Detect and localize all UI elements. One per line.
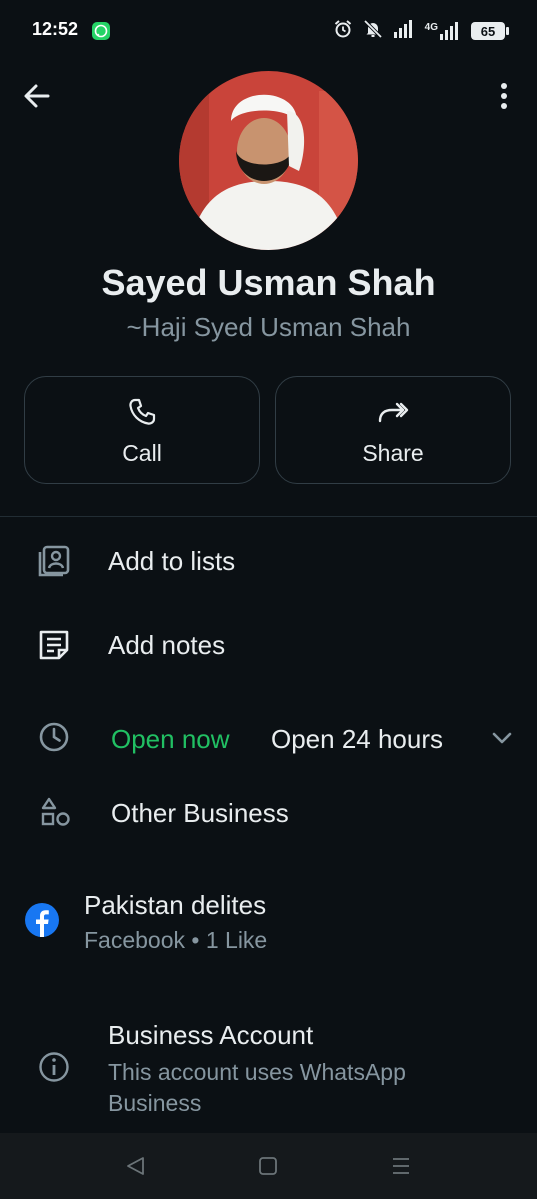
contact-name: Sayed Usman Shah [101,262,436,303]
share-label: Share [362,440,424,466]
status-time: 12:52 [32,19,79,39]
section-divider [0,516,537,517]
nav-back-icon[interactable] [125,1156,147,1176]
whatsapp-notification-icon [92,22,110,40]
business-category-row: Other Business [0,780,537,844]
status-icons: 4G 65 [333,19,509,44]
alarm-icon [333,19,353,44]
business-account-desc: This account uses WhatsApp Business [108,1059,406,1116]
signal-4g-icon: 4G [425,22,461,40]
nav-home-icon[interactable] [258,1156,278,1176]
add-to-lists-label: Add to lists [108,546,236,576]
facebook-icon [25,903,59,937]
signal-icon [393,19,415,43]
category-label: Other Business [111,798,289,828]
open-status: Open now [111,724,230,754]
more-vert-icon [501,83,507,109]
more-options-button[interactable] [488,78,520,114]
facebook-page-name: Pakistan delites [84,890,267,920]
contact-list-icon [38,545,70,577]
call-label: Call [122,440,162,466]
business-account-title: Business Account [108,1020,314,1050]
back-button[interactable] [20,78,56,114]
profile-photo[interactable] [179,71,358,250]
phone-icon [129,398,156,425]
nav-recents-icon[interactable] [390,1156,412,1176]
share-icon [378,402,409,423]
category-icon [41,797,70,826]
arrow-left-icon [24,84,50,108]
notes-icon [39,630,69,660]
info-icon [39,1052,69,1082]
chevron-down-icon[interactable] [490,728,514,748]
business-hours-row[interactable]: Open now Open 24 hours [0,706,537,770]
battery-level: 65 [480,23,496,39]
system-navigation-bar [0,1133,537,1199]
battery-indicator: 65 [471,22,509,40]
business-account-row[interactable]: Business Account This account uses Whats… [0,1010,537,1120]
hours-text: Open 24 hours [271,724,444,754]
facebook-page-row[interactable]: Pakistan delites Facebook • 1 Like [0,880,537,960]
add-notes-label: Add notes [108,630,226,660]
mute-icon [363,19,383,44]
add-notes-row[interactable]: Add notes [0,614,537,678]
clock-icon [39,722,69,752]
call-button[interactable]: Call [24,376,260,484]
share-button[interactable]: Share [275,376,511,484]
facebook-meta: Facebook • 1 Like [84,927,268,953]
add-to-lists-row[interactable]: Add to lists [0,530,537,594]
contact-pushname: ~Haji Syed Usman Shah [126,312,411,342]
